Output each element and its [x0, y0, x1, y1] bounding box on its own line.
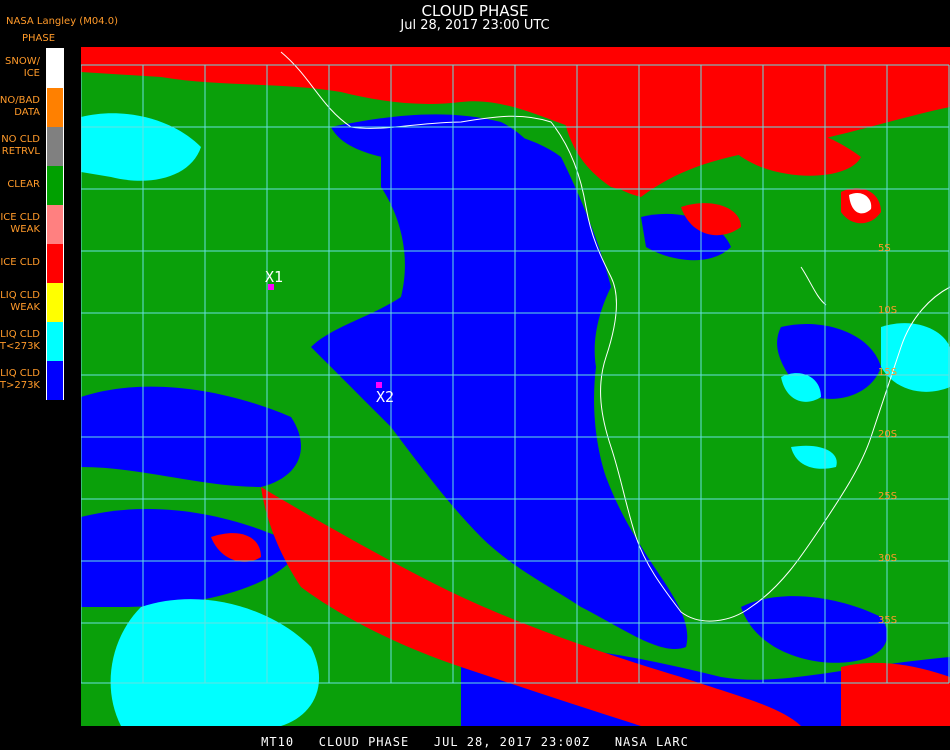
latitude-label: 30S — [878, 553, 898, 564]
satellite-map[interactable] — [81, 47, 950, 726]
legend-label: SNOW/ ICE — [5, 56, 40, 79]
legend-swatch — [47, 322, 63, 361]
ice-cloud-southeast — [841, 662, 950, 726]
latitude-label: 35S — [878, 615, 898, 626]
legend-label: CLEAR — [7, 179, 40, 190]
latitude-label: 15S — [878, 367, 898, 378]
legend-swatch — [47, 244, 63, 283]
source-label: NASA Langley (M04.0) — [6, 16, 118, 27]
legend-swatch — [47, 361, 63, 400]
legend-swatch — [47, 205, 63, 244]
marker-x2-point[interactable] — [376, 382, 382, 388]
legend-swatch — [47, 88, 63, 127]
legend-label: ICE CLD WEAK — [0, 212, 40, 235]
legend-label: NO CLD RETRVL — [1, 134, 40, 157]
legend-heading: PHASE — [22, 33, 56, 44]
legend-colorbar — [46, 48, 64, 400]
latitude-label: 20S — [878, 429, 898, 440]
legend-label: NO/BAD DATA — [0, 95, 40, 118]
footer-caption: MT10 CLOUD PHASE JUL 28, 2017 23:00Z NAS… — [261, 735, 689, 749]
marker-x2-label: X2 — [376, 388, 395, 406]
legend-swatch — [47, 283, 63, 322]
latitude-label: 5S — [878, 243, 891, 254]
legend-label: ICE CLD — [0, 257, 40, 268]
legend-label: LIQ CLD WEAK — [0, 290, 40, 313]
legend-swatch — [47, 166, 63, 205]
legend-label: LIQ CLD T>273K — [0, 368, 40, 391]
marker-x1-point[interactable] — [268, 284, 274, 290]
map-datetime: Jul 28, 2017 23:00 UTC — [400, 18, 550, 33]
legend-swatch — [47, 127, 63, 166]
latitude-label: 25S — [878, 491, 898, 502]
map-svg — [81, 47, 950, 726]
latitude-label: 10S — [878, 305, 898, 316]
cloud-phase-page: NASA Langley (M04.0) PHASE CLOUD PHASE J… — [0, 0, 950, 750]
legend-label: LIQ CLD T<273K — [0, 329, 40, 352]
legend-swatch — [47, 49, 63, 88]
